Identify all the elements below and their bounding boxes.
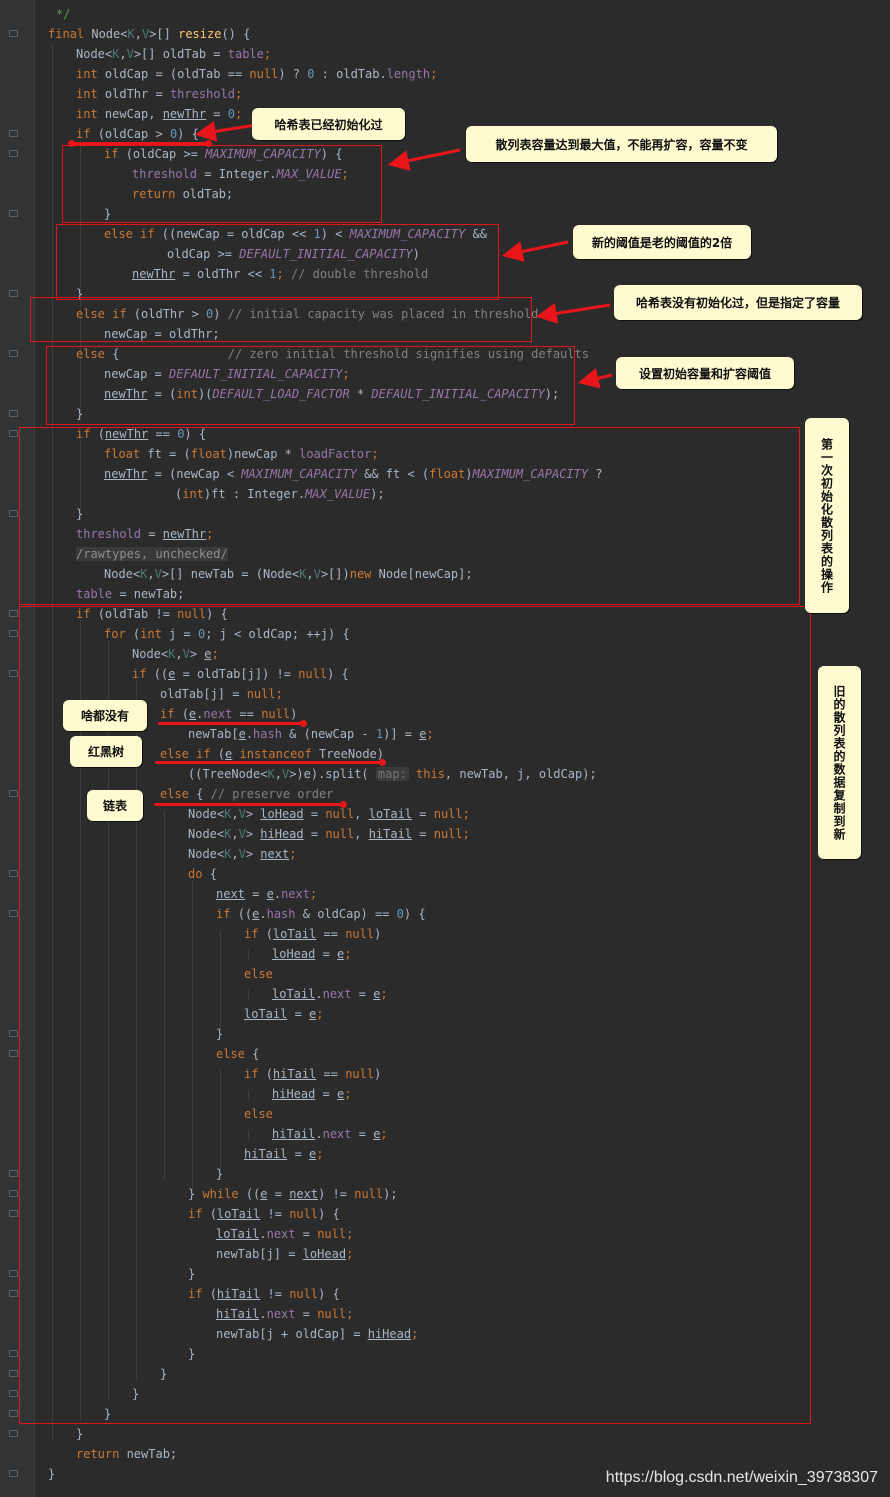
note-copy-old: 旧的散列表的数据复制到新 (818, 666, 861, 859)
arrow (501, 240, 569, 262)
note-first-init: 第一次初始化散列表的操作 (805, 418, 849, 613)
note-new-threshold: 新的阈值是老的阈值的2倍 (573, 225, 751, 259)
note-set-defaults: 设置初始容量和扩容阈值 (616, 357, 794, 389)
note-linked-list: 链表 (87, 790, 143, 821)
note-nothing: 啥都没有 (63, 700, 147, 731)
watermark: https://blog.csdn.net/weixin_39738307 (605, 1469, 878, 1486)
arrow (535, 303, 611, 324)
note-max-capacity: 散列表容量达到最大值，不能再扩容，容量不变 (466, 126, 777, 162)
arrow (387, 148, 461, 171)
arrow (577, 367, 613, 389)
note-red-black-tree: 红黑树 (70, 736, 142, 767)
note-hash-initialized: 哈希表已经初始化过 (252, 108, 405, 140)
arrow (194, 121, 257, 142)
note-not-initialized: 哈希表没有初始化过，但是指定了容量 (614, 285, 862, 320)
